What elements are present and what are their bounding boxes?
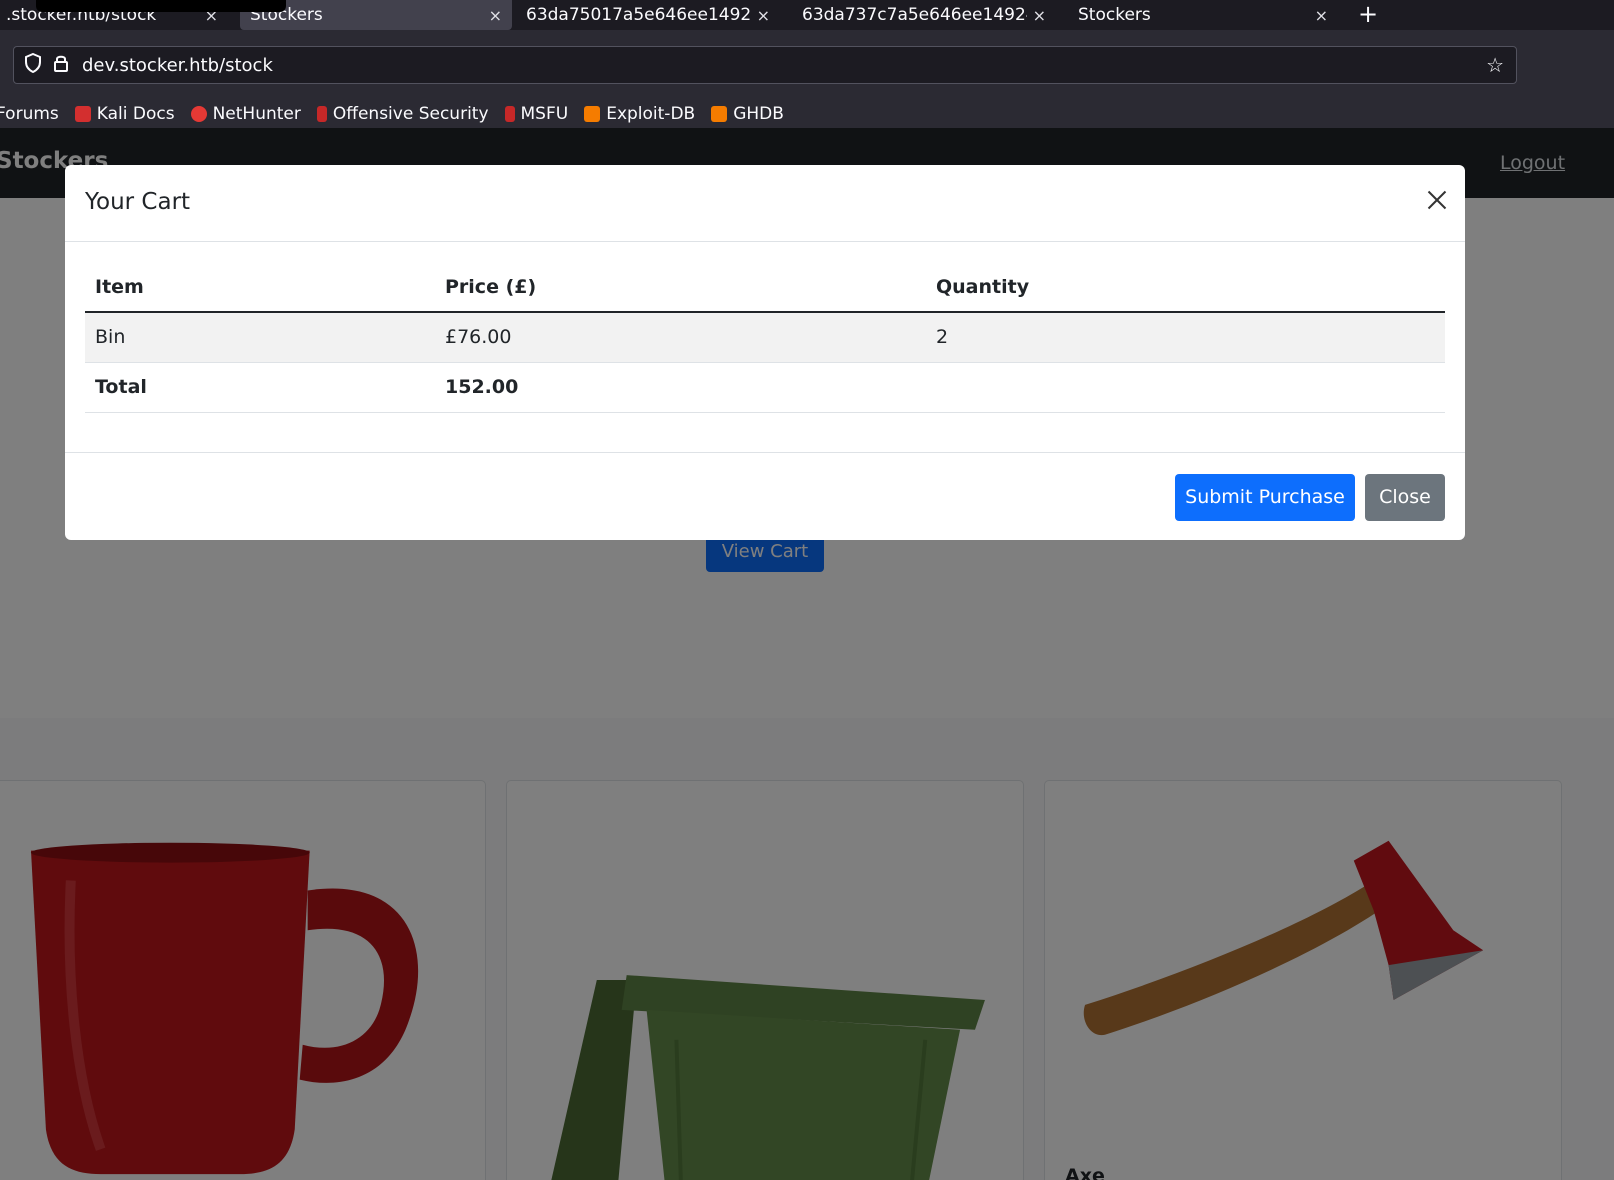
tab-title: 63da75017a5e646ee149249 <box>526 5 751 25</box>
total-label: Total <box>85 362 435 413</box>
bookmark-item[interactable]: Forums <box>0 104 59 124</box>
bookmark-item[interactable]: Offensive Security <box>316 104 489 124</box>
close-button[interactable]: Close <box>1365 474 1445 521</box>
table-row: Bin £76.00 2 <box>85 312 1445 363</box>
bookmark-label: Kali Docs <box>96 104 175 124</box>
url-text[interactable]: dev.stocker.htb/stock <box>82 55 273 76</box>
tab-title: 63da737c7a5e646ee149247 <box>802 5 1027 25</box>
bookmark-star-icon[interactable]: ☆ <box>1486 53 1504 77</box>
column-header-item: Item <box>85 262 435 313</box>
bookmark-label: NetHunter <box>212 104 301 124</box>
bookmark-item[interactable]: Exploit-DB <box>584 104 695 124</box>
msfu-icon <box>504 106 515 122</box>
offensive-security-icon <box>316 106 327 122</box>
total-row: Total 152.00 <box>85 362 1445 413</box>
cell-item: Bin <box>85 312 435 363</box>
bookmark-item[interactable]: GHDB <box>711 104 784 124</box>
submit-purchase-button[interactable]: Submit Purchase <box>1175 474 1355 521</box>
cell-price: £76.00 <box>435 312 926 363</box>
total-value: 152.00 <box>435 362 926 413</box>
kali-docs-icon <box>74 106 91 122</box>
bookmarks-toolbar: Forums Kali Docs NetHunter Offensive Sec… <box>0 100 1614 128</box>
total-empty-cell <box>926 362 1445 413</box>
ghdb-icon <box>711 106 728 122</box>
bookmark-label: Forums <box>0 104 59 124</box>
cell-quantity: 2 <box>926 312 1445 363</box>
browser-tab[interactable]: 63da75017a5e646ee149249 × <box>516 0 780 30</box>
lock-icon[interactable] <box>52 53 70 78</box>
cart-modal: Your Cart Item Price (£) Quantity Bin £7… <box>65 165 1465 540</box>
tab-close-icon[interactable]: × <box>1315 6 1328 25</box>
bookmark-label: GHDB <box>733 104 784 124</box>
tab-loading-indicator <box>36 0 286 12</box>
bookmark-item[interactable]: MSFU <box>504 104 569 124</box>
browser-tab[interactable]: Stockers × <box>1068 0 1338 30</box>
tab-close-icon[interactable]: × <box>757 6 770 25</box>
table-header-row: Item Price (£) Quantity <box>85 262 1445 313</box>
exploit-db-icon <box>584 106 601 122</box>
nethunter-icon <box>190 106 207 122</box>
tab-title: Stockers <box>1078 5 1151 25</box>
bookmark-label: Offensive Security <box>332 104 489 124</box>
column-header-quantity: Quantity <box>926 262 1445 313</box>
bookmark-label: MSFU <box>520 104 569 124</box>
modal-title: Your Cart <box>85 189 191 215</box>
browser-tab-strip: .stocker.htb/stock × Stockers × 63da7501… <box>0 0 1614 30</box>
new-tab-button[interactable]: + <box>1358 0 1378 30</box>
tab-close-icon[interactable]: × <box>489 6 502 25</box>
tab-close-icon[interactable]: × <box>1033 6 1046 25</box>
bookmark-item[interactable]: Kali Docs <box>74 104 175 124</box>
shield-icon[interactable] <box>24 52 42 78</box>
browser-toolbar: dev.stocker.htb/stock ☆ <box>0 30 1614 100</box>
cart-table: Item Price (£) Quantity Bin £76.00 2 Tot… <box>85 262 1445 413</box>
modal-footer: Submit Purchase Close <box>65 452 1465 540</box>
bookmark-item[interactable]: NetHunter <box>190 104 301 124</box>
close-icon[interactable] <box>1421 185 1451 215</box>
modal-header: Your Cart <box>65 165 1465 242</box>
bookmark-label: Exploit-DB <box>606 104 696 124</box>
url-bar[interactable]: dev.stocker.htb/stock ☆ <box>13 46 1517 84</box>
column-header-price: Price (£) <box>435 262 926 313</box>
browser-tab[interactable]: 63da737c7a5e646ee149247 × <box>792 0 1056 30</box>
